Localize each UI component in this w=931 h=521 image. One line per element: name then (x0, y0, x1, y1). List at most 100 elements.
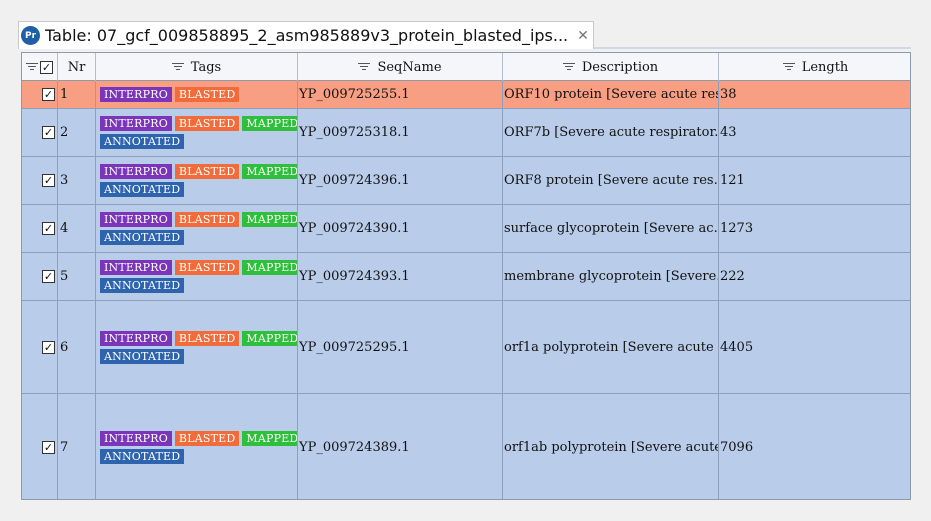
table-row[interactable]: ✓ 2 INTERPRO BLASTED MAPPED ANNOTATED YP_00972… (22, 109, 910, 157)
length-text: 222 (720, 269, 745, 284)
tag-interpro: INTERPRO (100, 260, 172, 275)
filter-icon[interactable] (562, 63, 575, 71)
table-row[interactable]: ✓ 5 INTERPRO BLASTED MAPPED ANNOTATED YP_00972… (22, 253, 910, 301)
description-cell[interactable]: surface glycoprotein [Severe ac... (503, 205, 719, 252)
close-icon[interactable]: ✕ (577, 28, 589, 44)
tag-blasted: BLASTED (174, 330, 240, 346)
nr-cell[interactable]: 2 (58, 109, 96, 156)
length-cell[interactable]: 43 (719, 109, 910, 156)
tags-cell[interactable]: INTERPRO BLASTED (96, 81, 298, 108)
seqname-cell[interactable]: YP_009725318.1 (298, 109, 503, 156)
seqname-text: YP_009724393.1 (299, 269, 410, 284)
description-cell[interactable]: orf1ab polyprotein [Severe acute... (503, 394, 719, 499)
tag-interpro: INTERPRO (100, 212, 172, 227)
seqname-cell[interactable]: YP_009724393.1 (298, 253, 503, 300)
tag-blasted: BLASTED (174, 164, 240, 179)
seqname-text: YP_009725255.1 (299, 87, 410, 102)
nr-cell[interactable]: 4 (58, 205, 96, 252)
description-text: membrane glycoprotein [Severe... (504, 269, 719, 284)
length-cell[interactable]: 38 (719, 81, 910, 108)
nr-cell[interactable]: 7 (58, 394, 96, 499)
filter-icon[interactable] (26, 63, 38, 71)
tag-group: INTERPRO BLASTED MAPPED ANNOTATED (96, 212, 297, 245)
header-description[interactable]: Description (503, 53, 719, 81)
length-cell[interactable]: 7096 (719, 394, 910, 499)
row-select-cell[interactable]: ✓ (22, 301, 58, 393)
tag-annotated: ANNOTATED (100, 448, 185, 464)
row-select-cell[interactable]: ✓ (22, 157, 58, 204)
row-checkbox[interactable]: ✓ (42, 174, 55, 187)
length-cell[interactable]: 222 (719, 253, 910, 300)
filter-icon[interactable] (782, 63, 795, 71)
row-number: 3 (60, 173, 69, 188)
tags-cell[interactable]: INTERPRO BLASTED MAPPED ANNOTATED (96, 394, 298, 499)
seqname-cell[interactable]: YP_009725255.1 (298, 81, 503, 108)
nr-cell[interactable]: 3 (58, 157, 96, 204)
description-cell[interactable]: ORF7b [Severe acute respirator... (503, 109, 719, 156)
length-cell[interactable]: 121 (719, 157, 910, 204)
tag-group: INTERPRO BLASTED (96, 87, 240, 102)
length-text: 1273 (720, 221, 754, 236)
seqname-cell[interactable]: YP_009724389.1 (298, 394, 503, 499)
row-number: 7 (60, 439, 69, 455)
table-row[interactable]: ✓ 6 INTERPRO BLASTED MAPPED ANNOTATED YP_00972… (22, 301, 910, 394)
header-seqname[interactable]: SeqName (298, 53, 503, 81)
seqname-cell[interactable]: YP_009724390.1 (298, 205, 503, 252)
description-text: orf1ab polyprotein [Severe acute... (504, 439, 719, 455)
select-all-header[interactable]: ✓ (22, 53, 58, 81)
tags-cell[interactable]: INTERPRO BLASTED MAPPED ANNOTATED (96, 157, 298, 204)
row-select-cell[interactable]: ✓ (22, 109, 58, 156)
description-cell[interactable]: orf1a polyprotein [Severe acute ... (503, 301, 719, 393)
table-row[interactable]: ✓ 3 INTERPRO BLASTED MAPPED ANNOTATED YP_00972… (22, 157, 910, 205)
nr-cell[interactable]: 1 (58, 81, 96, 108)
row-select-cell[interactable]: ✓ (22, 253, 58, 300)
description-cell[interactable]: ORF8 protein [Severe acute res... (503, 157, 719, 204)
table-row[interactable]: ✓ 4 INTERPRO BLASTED MAPPED ANNOTATED YP_00972… (22, 205, 910, 253)
filter-icon[interactable] (171, 63, 184, 71)
nr-cell[interactable]: 5 (58, 253, 96, 300)
seqname-text: YP_009725318.1 (299, 125, 410, 140)
length-cell[interactable]: 4405 (719, 301, 910, 393)
table-row[interactable]: ✓ 1 INTERPRO BLASTED YP_009725255.1 ORF10 pro… (22, 81, 910, 109)
tags-cell[interactable]: INTERPRO BLASTED MAPPED ANNOTATED (96, 253, 298, 300)
filter-icon[interactable] (358, 63, 371, 71)
seqname-cell[interactable]: YP_009725295.1 (298, 301, 503, 393)
description-text: orf1a polyprotein [Severe acute ... (504, 339, 719, 355)
tags-cell[interactable]: INTERPRO BLASTED MAPPED ANNOTATED (96, 205, 298, 252)
tag-annotated: ANNOTATED (100, 348, 185, 364)
tag-blasted: BLASTED (174, 260, 240, 275)
header-length[interactable]: Length (719, 53, 910, 81)
tag-interpro: INTERPRO (100, 330, 172, 346)
description-cell[interactable]: membrane glycoprotein [Severe... (503, 253, 719, 300)
table-header: ✓ Nr Tags SeqName Description Length (22, 53, 910, 81)
description-cell[interactable]: ORF10 protein [Severe acute res... (503, 81, 719, 108)
header-nr[interactable]: Nr (58, 53, 96, 81)
row-checkbox[interactable]: ✓ (42, 440, 55, 454)
row-checkbox[interactable]: ✓ (42, 270, 55, 283)
row-checkbox[interactable]: ✓ (42, 340, 55, 354)
seqname-text: YP_009724390.1 (299, 221, 410, 236)
tag-blasted: BLASTED (174, 212, 240, 227)
description-text: ORF8 protein [Severe acute res... (504, 173, 719, 188)
row-checkbox[interactable]: ✓ (42, 88, 55, 101)
length-cell[interactable]: 1273 (719, 205, 910, 252)
tag-annotated: ANNOTATED (100, 230, 185, 245)
nr-cell[interactable]: 6 (58, 301, 96, 393)
row-checkbox[interactable]: ✓ (42, 126, 55, 139)
tag-group: INTERPRO BLASTED MAPPED ANNOTATED (96, 430, 297, 464)
row-select-cell[interactable]: ✓ (22, 205, 58, 252)
tab-table[interactable]: Pr Table: 07_gcf_009858895_2_asm985889v3… (18, 21, 594, 49)
data-table: ✓ Nr Tags SeqName Description Length ✓ 1 I… (21, 52, 911, 500)
table-row[interactable]: ✓ 7 INTERPRO BLASTED MAPPED ANNOTATED YP_00972… (22, 394, 910, 499)
select-all-checkbox[interactable]: ✓ (40, 60, 53, 74)
row-select-cell[interactable]: ✓ (22, 394, 58, 499)
row-number: 4 (60, 221, 69, 236)
length-text: 7096 (720, 439, 754, 455)
row-checkbox[interactable]: ✓ (42, 222, 55, 235)
tab-strip (594, 47, 911, 49)
tags-cell[interactable]: INTERPRO BLASTED MAPPED ANNOTATED (96, 301, 298, 393)
seqname-cell[interactable]: YP_009724396.1 (298, 157, 503, 204)
header-tags[interactable]: Tags (96, 53, 298, 81)
row-select-cell[interactable]: ✓ (22, 81, 58, 108)
tags-cell[interactable]: INTERPRO BLASTED MAPPED ANNOTATED (96, 109, 298, 156)
